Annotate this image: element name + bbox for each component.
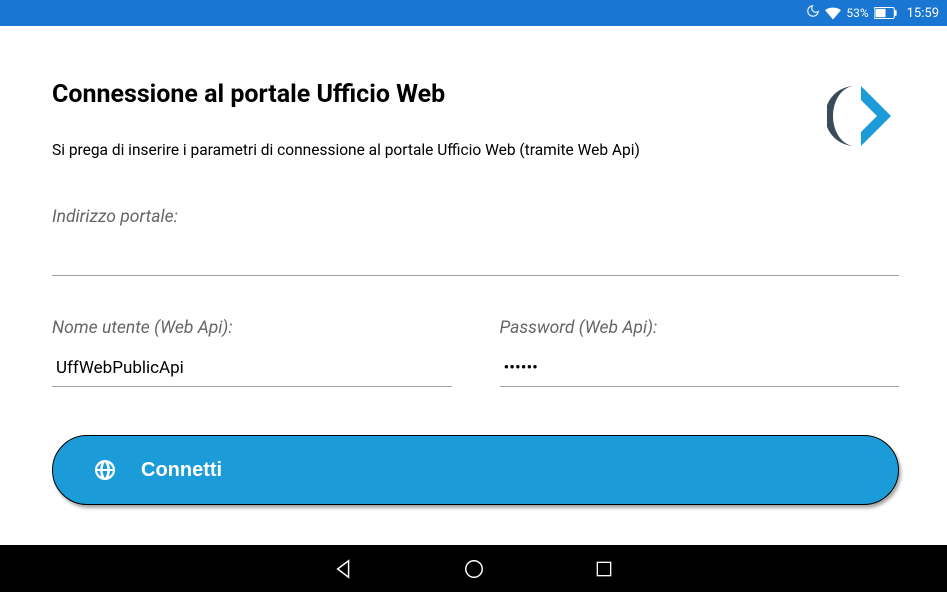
password-field-group: Password (Web Api): xyxy=(500,318,900,387)
status-bar: 53% 15:59 xyxy=(0,0,947,26)
password-label: Password (Web Api): xyxy=(500,318,900,338)
nav-home-button[interactable] xyxy=(454,549,494,589)
nav-back-button[interactable] xyxy=(324,549,364,589)
page-subtitle: Si prega di inserire i parametri di conn… xyxy=(52,141,899,159)
username-input[interactable] xyxy=(52,348,452,387)
username-label: Nome utente (Web Api): xyxy=(52,318,452,338)
status-clock: 15:59 xyxy=(907,6,939,21)
app-logo-icon xyxy=(827,80,899,152)
battery-percent: 53% xyxy=(846,6,868,20)
portal-address-input[interactable] xyxy=(52,237,899,276)
dnd-moon-icon xyxy=(806,4,820,22)
nav-recent-button[interactable] xyxy=(584,549,624,589)
main-content: Connessione al portale Ufficio Web Si pr… xyxy=(0,26,947,545)
password-input[interactable] xyxy=(500,348,900,387)
portal-field-group: Indirizzo portale: xyxy=(52,207,899,276)
battery-icon xyxy=(874,7,898,19)
android-nav-bar xyxy=(0,545,947,592)
username-field-group: Nome utente (Web Api): xyxy=(52,318,452,387)
wifi-icon xyxy=(825,7,841,20)
connect-button-label: Connetti xyxy=(141,459,222,482)
globe-icon xyxy=(93,458,117,482)
portal-label: Indirizzo portale: xyxy=(52,207,899,227)
connect-button[interactable]: Connetti xyxy=(52,435,899,505)
page-title: Connessione al portale Ufficio Web xyxy=(52,80,899,109)
